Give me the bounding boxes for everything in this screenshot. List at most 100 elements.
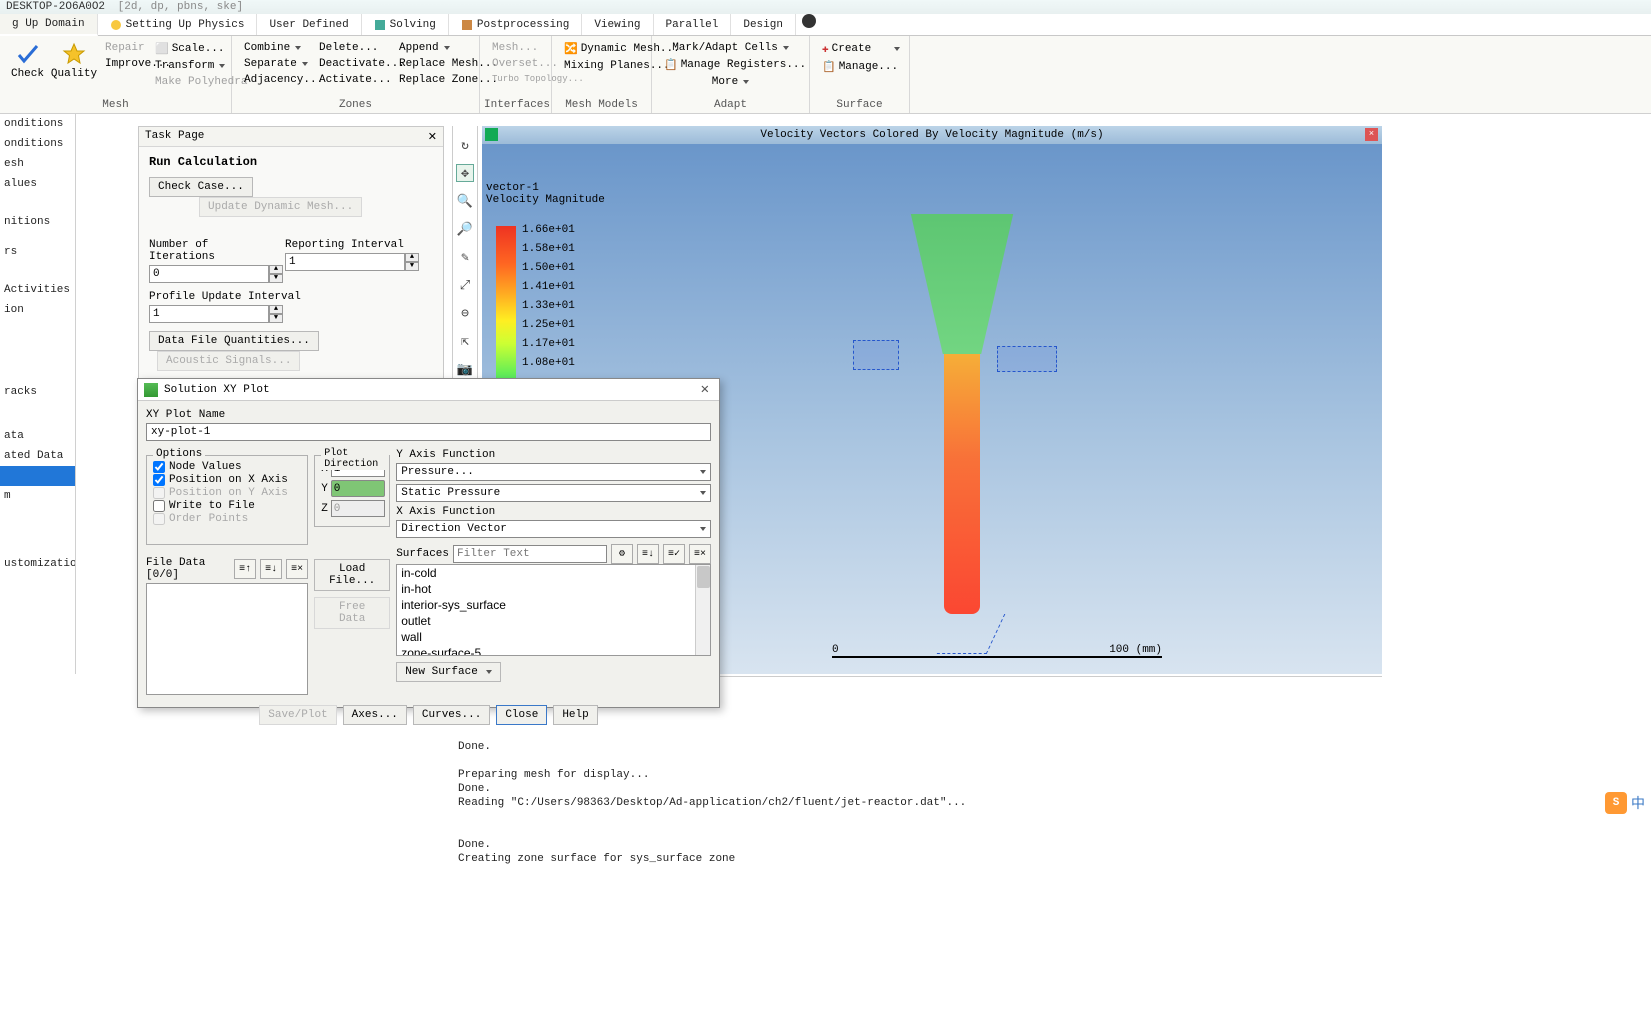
close-button[interactable]: Close bbox=[496, 705, 547, 725]
manage-registers-button[interactable]: 📋 Manage Registers... bbox=[658, 56, 803, 74]
mark-adapt-button[interactable]: Mark/Adapt Cells bbox=[658, 40, 803, 56]
list-item[interactable]: zone-surface-5 bbox=[397, 645, 710, 656]
tree-node[interactable]: onditions bbox=[0, 134, 75, 154]
tab-setting-up-domain[interactable]: g Up Domain bbox=[0, 14, 98, 36]
tree-node[interactable]: ustomization bbox=[0, 554, 75, 574]
scale-button[interactable]: ⬜Scale... bbox=[149, 40, 225, 58]
profile-update-input[interactable] bbox=[149, 305, 269, 323]
check-button[interactable]: Check bbox=[6, 40, 49, 82]
list-item[interactable]: wall bbox=[397, 629, 710, 645]
manage-surface-button[interactable]: 📋 Manage... bbox=[816, 58, 906, 76]
tree-node[interactable]: alues bbox=[0, 174, 75, 194]
list-item[interactable]: outlet bbox=[397, 613, 710, 629]
zoom-area-icon[interactable]: 🔎 bbox=[456, 220, 474, 238]
activate-button[interactable]: Activate... bbox=[313, 72, 393, 88]
list-scrollbar[interactable] bbox=[695, 565, 710, 655]
y-axis-value-select[interactable]: Static Pressure bbox=[396, 484, 711, 502]
close-viewport-icon[interactable]: × bbox=[1365, 128, 1378, 141]
dialog-help-button[interactable]: Help bbox=[553, 705, 597, 725]
combine-button[interactable]: Combine bbox=[238, 40, 313, 56]
transform-button[interactable]: Transform bbox=[149, 58, 225, 74]
rotate-icon[interactable]: ↻ bbox=[456, 136, 474, 154]
list-item[interactable]: in-hot bbox=[397, 581, 710, 597]
acoustic-signals-button[interactable]: Acoustic Signals... bbox=[157, 351, 300, 371]
xy-plot-name-input[interactable] bbox=[146, 423, 711, 441]
x-axis-select[interactable]: Direction Vector bbox=[396, 520, 711, 538]
collapse-ribbon-icon[interactable] bbox=[802, 14, 816, 28]
fit-icon[interactable]: ⤢ bbox=[456, 276, 474, 294]
replace-zone-button[interactable]: Replace Zone... bbox=[393, 72, 481, 88]
tree-node[interactable]: onditions bbox=[0, 114, 75, 134]
data-file-quantities-button[interactable]: Data File Quantities... bbox=[149, 331, 319, 351]
check-case-button[interactable]: Check Case... bbox=[149, 177, 253, 197]
y-axis-category-select[interactable]: Pressure... bbox=[396, 463, 711, 481]
ime-indicator[interactable]: S 中 bbox=[1605, 792, 1645, 814]
probe-icon[interactable]: ✎ bbox=[456, 248, 474, 266]
tab-user-defined[interactable]: User Defined bbox=[257, 14, 361, 35]
tree-node[interactable]: nitions bbox=[0, 212, 75, 232]
tab-viewing[interactable]: Viewing bbox=[582, 14, 653, 35]
tab-parallel[interactable]: Parallel bbox=[654, 14, 732, 35]
delete-button[interactable]: Delete... bbox=[313, 40, 393, 56]
ime-lang-icon[interactable]: 中 bbox=[1631, 793, 1645, 813]
tree-node[interactable]: ated Data bbox=[0, 446, 75, 466]
save-plot-button[interactable]: Save/Plot bbox=[259, 705, 336, 725]
filter-toggle-icon[interactable]: ⚙ bbox=[611, 544, 633, 564]
spinner[interactable]: ▲▼ bbox=[269, 305, 283, 323]
dialog-close-icon[interactable]: ✕ bbox=[697, 381, 713, 398]
spinner[interactable]: ▲▼ bbox=[405, 253, 419, 271]
axes-button[interactable]: Axes... bbox=[343, 705, 407, 725]
tree-node[interactable]: ion bbox=[0, 300, 75, 320]
tree-node[interactable]: m bbox=[0, 486, 75, 506]
position-x-checkbox[interactable] bbox=[153, 474, 165, 486]
clear-sort-icon[interactable]: ≡× bbox=[286, 559, 308, 579]
deselect-all-icon[interactable]: ≡× bbox=[689, 544, 711, 564]
tree-node[interactable]: ata bbox=[0, 426, 75, 446]
ime-icon[interactable]: S bbox=[1605, 792, 1627, 814]
dialog-titlebar[interactable]: Solution XY Plot ✕ bbox=[138, 379, 719, 401]
free-data-button[interactable]: Free Data bbox=[314, 597, 390, 629]
improve-button[interactable]: Improve... bbox=[99, 56, 149, 72]
tab-setting-up-physics[interactable]: Setting Up Physics bbox=[98, 14, 258, 35]
load-file-button[interactable]: Load File... bbox=[314, 559, 390, 591]
select-visible-icon[interactable]: ≡✓ bbox=[663, 544, 685, 564]
axes-icon[interactable]: ⇱ bbox=[456, 332, 474, 350]
select-all-icon[interactable]: ≡↓ bbox=[637, 544, 659, 564]
tree-node-active[interactable] bbox=[0, 466, 75, 486]
adjacency-button[interactable]: Adjacency... bbox=[238, 72, 313, 88]
reporting-interval-input[interactable] bbox=[285, 253, 405, 271]
repair-button[interactable]: Repair bbox=[99, 40, 149, 56]
list-item[interactable]: in-cold bbox=[397, 565, 710, 581]
adapt-more-button[interactable]: More bbox=[658, 74, 803, 90]
make-polyhedra-button[interactable]: Make Polyhedra bbox=[149, 74, 225, 90]
num-iterations-input[interactable] bbox=[149, 265, 269, 283]
file-data-list[interactable] bbox=[146, 583, 308, 695]
plotdir-y-input[interactable] bbox=[331, 480, 385, 497]
write-file-checkbox[interactable] bbox=[153, 500, 165, 512]
tree-node[interactable]: racks bbox=[0, 382, 75, 402]
replace-mesh-button[interactable]: Replace Mesh... bbox=[393, 56, 481, 72]
zoom-out-icon[interactable]: ⊖ bbox=[456, 304, 474, 322]
node-values-checkbox[interactable] bbox=[153, 461, 165, 473]
zoom-in-icon[interactable]: 🔍 bbox=[456, 192, 474, 210]
tree-node[interactable]: Activities bbox=[0, 280, 75, 300]
tab-postprocessing[interactable]: Postprocessing bbox=[449, 14, 582, 35]
surfaces-filter-input[interactable] bbox=[453, 545, 607, 563]
separate-button[interactable]: Separate bbox=[238, 56, 313, 72]
pan-icon[interactable]: ✥ bbox=[456, 164, 474, 182]
new-surface-button[interactable]: New Surface bbox=[396, 662, 501, 682]
spinner[interactable]: ▲▼ bbox=[269, 265, 283, 283]
surfaces-list[interactable]: in-cold in-hot interior-sys_surface outl… bbox=[396, 564, 711, 656]
update-dynamic-mesh-button[interactable]: Update Dynamic Mesh... bbox=[199, 197, 362, 217]
tree-node[interactable]: rs bbox=[0, 242, 75, 262]
sort-asc-icon[interactable]: ≡↑ bbox=[234, 559, 256, 579]
quality-button[interactable]: Quality bbox=[49, 40, 99, 82]
sort-desc-icon[interactable]: ≡↓ bbox=[260, 559, 282, 579]
close-icon[interactable]: ✕ bbox=[428, 130, 437, 143]
list-item[interactable]: interior-sys_surface bbox=[397, 597, 710, 613]
tab-solving[interactable]: Solving bbox=[362, 14, 449, 35]
camera-icon[interactable]: 📷 bbox=[456, 360, 474, 378]
deactivate-button[interactable]: Deactivate... bbox=[313, 56, 393, 72]
create-surface-button[interactable]: ✚Create bbox=[816, 40, 906, 58]
append-button[interactable]: Append bbox=[393, 40, 481, 56]
